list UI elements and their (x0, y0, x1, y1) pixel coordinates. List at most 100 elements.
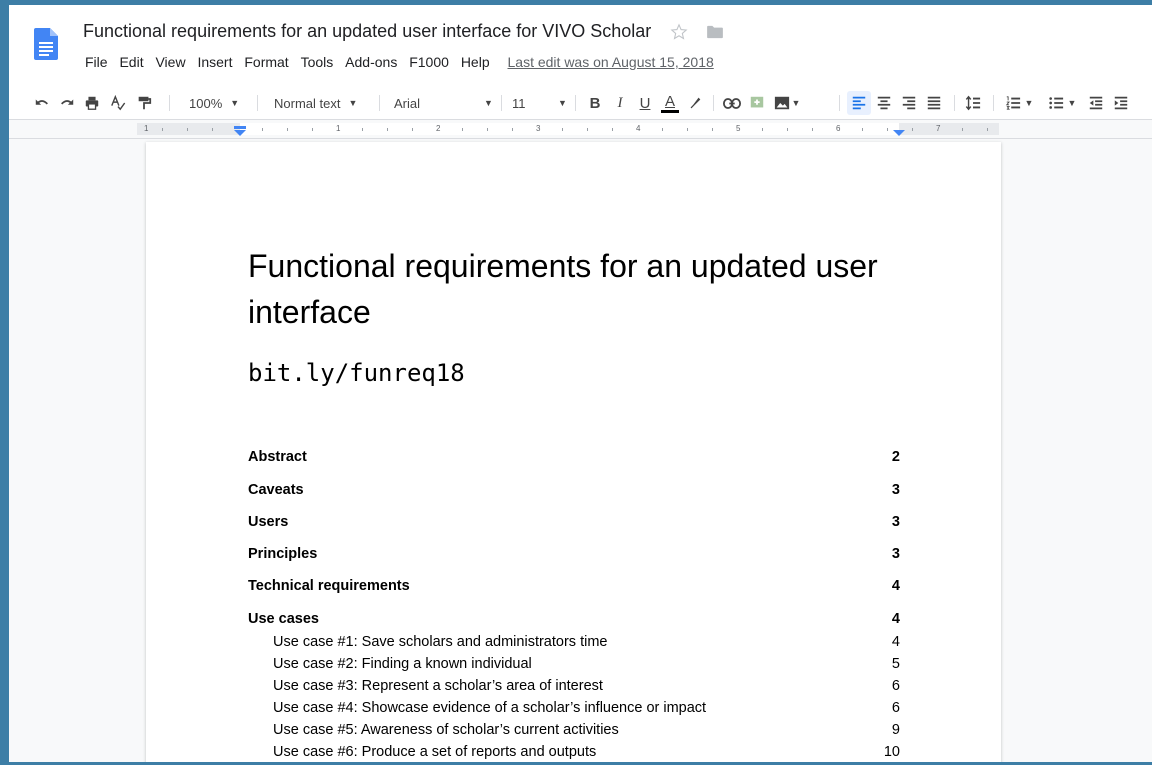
menu-f1000[interactable]: F1000 (405, 52, 453, 72)
ruler-tick (187, 128, 188, 131)
last-edit-link[interactable]: Last edit was on August 15, 2018 (508, 54, 714, 70)
toolbar-separator (169, 95, 170, 111)
toc-entry-title: Use cases (248, 611, 319, 627)
paint-format-button[interactable] (133, 91, 155, 115)
align-center-button[interactable] (873, 91, 895, 115)
italic-button[interactable]: I (609, 91, 631, 115)
toc-entry-page: 2 (891, 449, 900, 465)
toc-entry-use-cases[interactable]: Use cases 4 (248, 611, 900, 631)
text-color-swatch (661, 109, 679, 113)
menu-edit[interactable]: Edit (115, 52, 147, 72)
chevron-down-icon: ▼ (1067, 98, 1077, 108)
ruler-tick (562, 128, 563, 131)
toc-entry-page: 3 (891, 514, 900, 530)
align-left-button[interactable] (847, 91, 871, 115)
highlight-button[interactable] (684, 91, 706, 115)
toc-entry-technical-requirements[interactable]: Technical requirements 4 (248, 578, 900, 598)
toc-entry-title: Use case #3: Represent a scholar’s area … (273, 678, 603, 694)
docs-header: Functional requirements for an updated u… (9, 5, 1152, 87)
toc-entry-use-case-3[interactable]: Use case #3: Represent a scholar’s area … (248, 678, 900, 698)
toc-entry-title: Use case #1: Save scholars and administr… (273, 634, 608, 650)
menu-file[interactable]: File (81, 52, 112, 72)
spellcheck-button[interactable] (107, 91, 129, 115)
ruler-tick (612, 128, 613, 131)
ruler-tick (662, 128, 663, 131)
formatting-toolbar: 100% ▼ Normal text ▼ Arial ▼ 11 ▼ B I U … (9, 87, 1152, 120)
ruler-number: 1 (144, 124, 149, 133)
ruler-number: 6 (836, 124, 841, 133)
decrease-indent-button[interactable] (1085, 91, 1107, 115)
insert-link-button[interactable] (721, 91, 743, 115)
ruler-tick (512, 128, 513, 131)
document-subtitle: bit.ly/funreq18 (248, 359, 465, 387)
font-select[interactable]: Arial ▼ (394, 91, 499, 115)
zoom-select[interactable]: 100% ▼ (189, 91, 249, 115)
left-indent-marker-icon[interactable] (234, 126, 246, 136)
chevron-down-icon: ▼ (230, 98, 240, 108)
document-title[interactable]: Functional requirements for an updated u… (83, 21, 651, 41)
menu-tools[interactable]: Tools (297, 52, 338, 72)
menu-insert[interactable]: Insert (193, 52, 236, 72)
font-value: Arial (394, 95, 421, 111)
ruler-tick (912, 128, 913, 131)
menu-format[interactable]: Format (240, 52, 292, 72)
decrease-indent-icon (1089, 96, 1103, 110)
document-heading: Functional requirements for an updated u… (248, 248, 878, 330)
print-button[interactable] (81, 91, 103, 115)
ruler-tick (212, 128, 213, 131)
toc-entry-caveats[interactable]: Caveats 3 (248, 482, 900, 502)
right-indent-marker-icon[interactable] (893, 126, 905, 136)
menu-add-ons[interactable]: Add-ons (341, 52, 401, 72)
document-page[interactable]: Functional requirements for an updated u… (146, 142, 1001, 762)
toc-entry-users[interactable]: Users 3 (248, 514, 900, 534)
toc-entry-page: 4 (891, 611, 900, 627)
menu-help[interactable]: Help (457, 52, 494, 72)
toolbar-separator (713, 95, 714, 111)
bulleted-list-button[interactable]: ▼ (1042, 91, 1082, 115)
ruler-tick (362, 128, 363, 131)
toc-entry-title: Use case #5: Awareness of scholar’s curr… (273, 722, 619, 738)
toc-entry-use-case-4[interactable]: Use case #4: Showcase evidence of a scho… (248, 700, 900, 720)
justify-button[interactable] (923, 91, 945, 115)
toc-entry-use-case-2[interactable]: Use case #2: Finding a known individual … (248, 656, 900, 676)
toolbar-separator (501, 95, 502, 111)
chevron-down-icon: ▼ (558, 98, 567, 108)
toc-entry-abstract[interactable]: Abstract 2 (248, 449, 900, 469)
highlighter-icon (690, 97, 701, 109)
underline-button[interactable]: U (634, 91, 656, 115)
menu-bar: File Edit View Insert Format Tools Add-o… (81, 52, 714, 72)
toolbar-separator (257, 95, 258, 111)
align-right-button[interactable] (898, 91, 920, 115)
ruler-tick (712, 128, 713, 131)
chevron-down-icon: ▼ (791, 98, 801, 108)
insert-image-button[interactable]: ▼ (771, 91, 803, 115)
paragraph-style-select[interactable]: Normal text ▼ (274, 91, 374, 115)
toc-entry-use-case-1[interactable]: Use case #1: Save scholars and administr… (248, 634, 900, 654)
numbered-list-button[interactable]: ▼ (999, 91, 1039, 115)
menu-view[interactable]: View (151, 52, 189, 72)
line-spacing-icon (965, 95, 981, 111)
font-size-value: 11 (512, 95, 526, 111)
text-color-button[interactable]: A (659, 91, 681, 115)
zoom-value: 100% (189, 95, 223, 111)
toc-entry-title: Use case #4: Showcase evidence of a scho… (273, 700, 707, 716)
ruler-number: 7 (936, 124, 941, 133)
star-icon[interactable] (670, 22, 688, 41)
justify-icon (927, 96, 941, 110)
toc-entry-use-case-6[interactable]: Use case #6: Produce a set of reports an… (248, 744, 900, 762)
increase-indent-button[interactable] (1110, 91, 1132, 115)
line-spacing-button[interactable] (961, 91, 985, 115)
toc-entry-title: Users (248, 514, 289, 530)
redo-button[interactable] (56, 91, 78, 115)
font-size-select[interactable]: 11 ▼ (512, 91, 572, 115)
undo-button[interactable] (31, 91, 53, 115)
folder-icon[interactable] (706, 25, 724, 39)
google-docs-logo-icon[interactable] (34, 28, 58, 60)
toc-entry-page: 10 (883, 744, 900, 760)
insert-comment-button[interactable] (746, 91, 768, 115)
toc-entry-principles[interactable]: Principles 3 (248, 546, 900, 566)
toc-entry-page: 4 (891, 578, 900, 594)
bold-button[interactable]: B (584, 91, 606, 115)
ruler-tick (687, 128, 688, 131)
toc-entry-use-case-5[interactable]: Use case #5: Awareness of scholar’s curr… (248, 722, 900, 742)
